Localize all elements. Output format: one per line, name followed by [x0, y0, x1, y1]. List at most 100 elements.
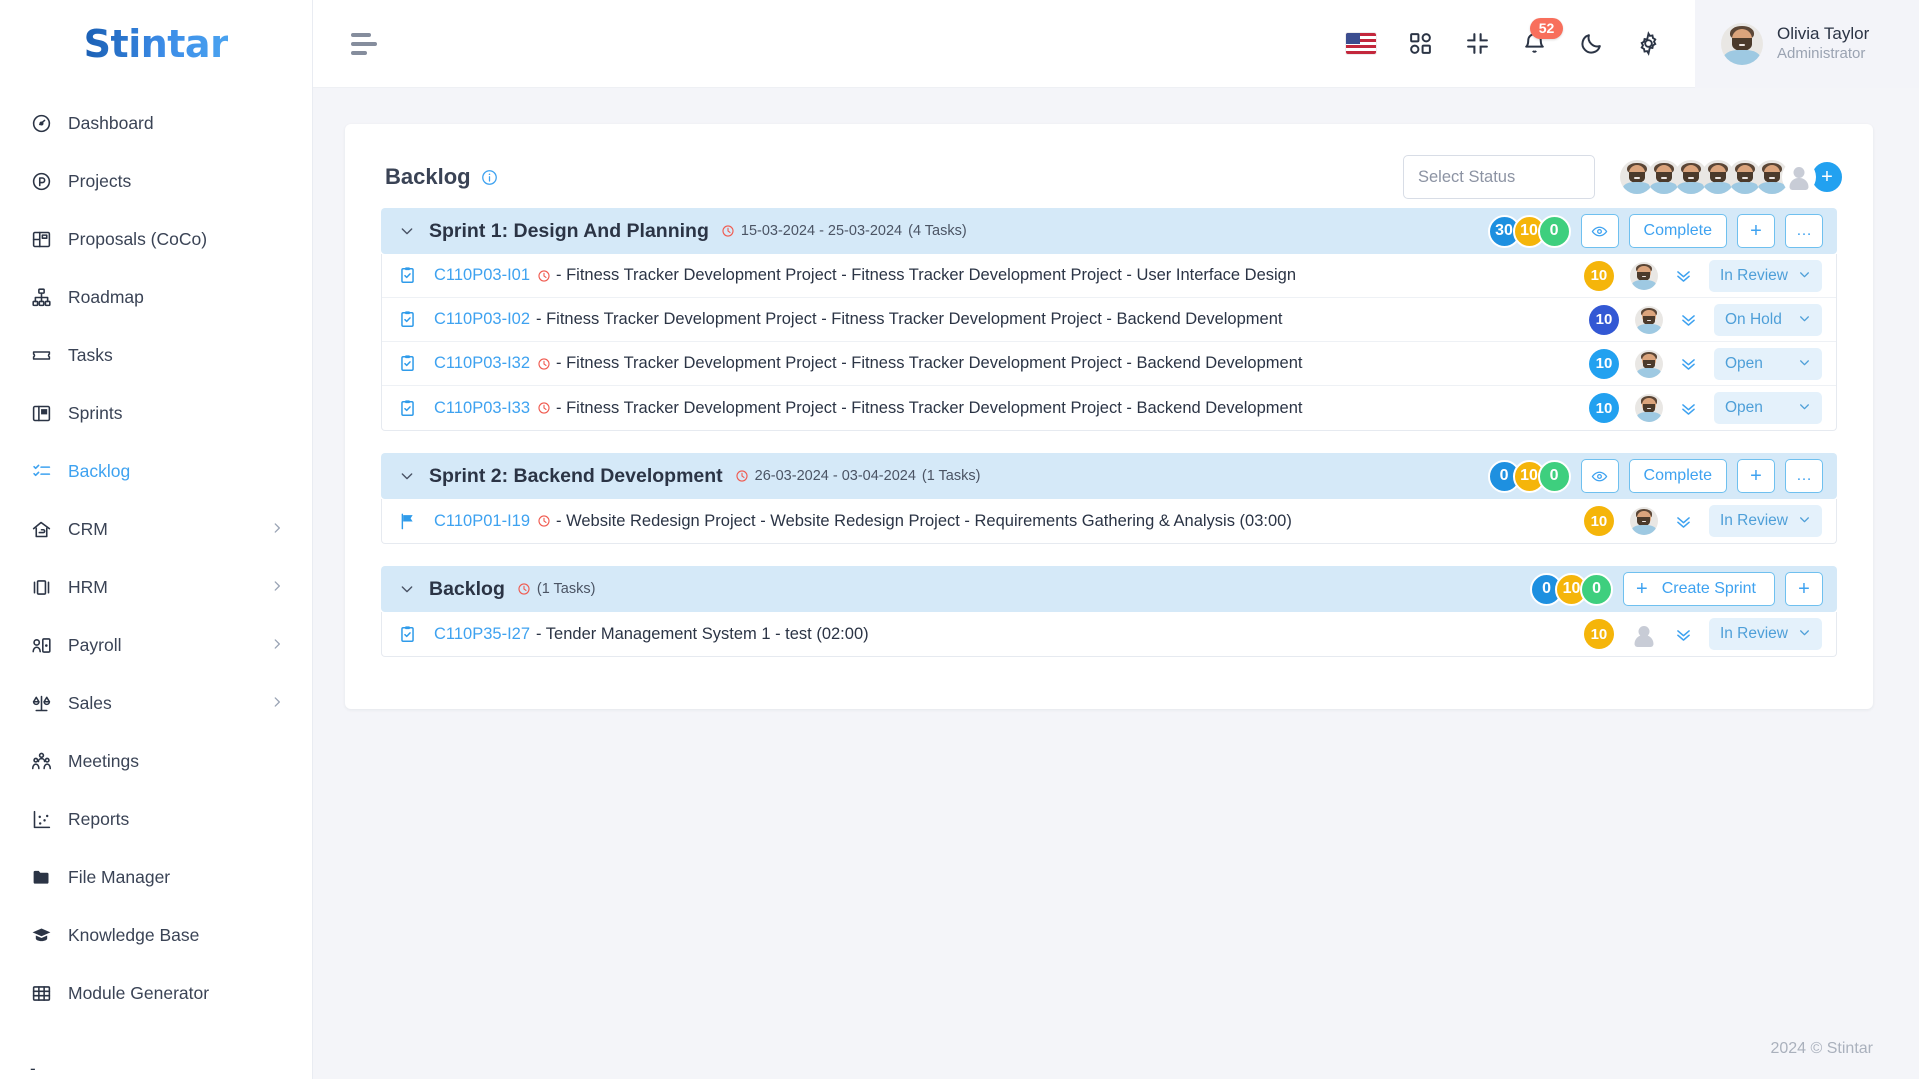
sidebar-item-module-generator[interactable]: Module Generator [0, 964, 312, 1022]
sidebar-item-tasks[interactable]: Tasks [0, 326, 312, 384]
sidebar-item-label: Payroll [68, 634, 122, 655]
sidebar-item-knowledge-base[interactable]: Knowledge Base [0, 906, 312, 964]
task-key[interactable]: C110P03-I32 [434, 354, 530, 373]
chevron-right-icon[interactable] [270, 579, 284, 596]
sidebar-item-dashboard[interactable]: Dashboard [0, 94, 312, 152]
group-name: Sprint 2: Backend Development [429, 464, 723, 487]
chevron-down-icon[interactable] [399, 223, 415, 239]
task-row-actions: 10 In Review [1583, 505, 1826, 537]
double-chevron-down-icon[interactable] [1674, 625, 1693, 644]
chevron-right-icon[interactable] [270, 637, 284, 654]
group-name: Backlog [429, 577, 505, 600]
add-task-button[interactable]: + [1785, 572, 1823, 606]
task-row-actions: 10 In Review [1583, 618, 1826, 650]
graduation-cap-icon [30, 924, 52, 946]
double-chevron-down-icon[interactable] [1679, 354, 1698, 373]
task-row[interactable]: C110P35-I27 - Tender Management System 1 … [382, 612, 1836, 656]
apps-grid-icon[interactable] [1408, 31, 1433, 56]
task-row-actions: 10 Open [1589, 347, 1826, 380]
sidebar-item-meetings[interactable]: Meetings [0, 732, 312, 790]
task-status-select[interactable]: Open [1714, 347, 1822, 380]
sidebar-item-payroll[interactable]: Payroll [0, 616, 312, 674]
task-status-select[interactable]: On Hold [1714, 303, 1822, 336]
sidebar-nav: Dashboard Projects Proposals (CoCo) Roadmap… [0, 88, 312, 1055]
clipboard-check-icon [398, 310, 420, 329]
chevron-down-icon [1798, 312, 1811, 328]
task-row[interactable]: C110P03-I33 - Fitness Tracker Development… [382, 386, 1836, 430]
double-chevron-down-icon[interactable] [1674, 266, 1693, 285]
task-row[interactable]: C110P03-I32 - Fitness Tracker Development… [382, 342, 1836, 386]
task-status-select[interactable]: In Review [1708, 505, 1822, 537]
backlog-card: Backlog Select Status + Sprint 1: Design… [345, 124, 1873, 709]
task-row-actions: 10 Open [1589, 392, 1826, 424]
chevron-down-icon[interactable] [399, 581, 415, 597]
sidebar-item-roadmap[interactable]: Roadmap [0, 268, 312, 326]
sidebar-item-file-manager[interactable]: File Manager [0, 848, 312, 906]
hamburger-icon[interactable] [351, 32, 377, 55]
sidebar-item-hrm[interactable]: HRM [0, 558, 312, 616]
create-sprint-button[interactable]: + Create Sprint [1623, 572, 1775, 606]
us-flag-icon[interactable] [1346, 33, 1376, 54]
clipboard-check-icon [398, 625, 420, 644]
add-task-button[interactable]: + [1737, 214, 1775, 248]
sidebar-item-sales[interactable]: Sales [0, 674, 312, 732]
chevron-down-icon[interactable] [399, 468, 415, 484]
task-row[interactable]: C110P03-I01 - Fitness Tracker Development… [382, 254, 1836, 298]
main-area: 52 Olivia Taylor Administrator Backlog S… [313, 0, 1919, 1079]
complete-button[interactable]: Complete [1628, 459, 1727, 493]
eye-icon[interactable] [1580, 459, 1619, 493]
add-task-button[interactable]: + [1737, 459, 1775, 493]
sidebar-item-crm[interactable]: CRM [0, 500, 312, 558]
more-options-button[interactable]: … [1785, 214, 1823, 248]
complete-button[interactable]: Complete [1628, 214, 1727, 248]
sidebar-item-label: Backlog [68, 460, 131, 481]
sidebar-item-reports[interactable]: Reports [0, 790, 312, 848]
task-key[interactable]: C110P03-I02 [434, 310, 530, 329]
more-options-button[interactable]: … [1785, 459, 1823, 493]
sidebar-item-sprints[interactable]: Sprints [0, 384, 312, 442]
chevron-right-icon[interactable] [270, 521, 284, 538]
sidebar-item-proposals-coco[interactable]: Proposals (CoCo) [0, 210, 312, 268]
card-header-actions: Select Status + [1403, 155, 1845, 199]
generic-user-icon[interactable] [1629, 620, 1658, 648]
sidebar-item-projects[interactable]: Projects [0, 152, 312, 210]
task-row[interactable]: C110P01-I19 - Website Redesign Project - … [382, 499, 1836, 543]
status-filter-select[interactable]: Select Status [1403, 155, 1595, 199]
sidebar-item-label: Sales [68, 692, 112, 713]
info-circle-icon[interactable] [481, 169, 498, 186]
notification-badge: 52 [1530, 18, 1563, 39]
sidebar-item-backlog[interactable]: Backlog [0, 442, 312, 500]
compress-icon[interactable] [1465, 31, 1490, 56]
brand-logo[interactable]: Stintar [0, 0, 312, 88]
task-count: (1 Tasks) [536, 581, 596, 597]
task-row[interactable]: C110P03-I02 - Fitness Tracker Development… [382, 298, 1836, 342]
task-status-select[interactable]: In Review [1708, 259, 1822, 292]
avatar [1629, 507, 1658, 535]
task-title: - Tender Management System 1 - test (02:… [536, 624, 869, 643]
task-title: - Fitness Tracker Development Project - … [536, 310, 1283, 328]
double-chevron-down-icon[interactable] [1679, 399, 1698, 418]
moon-icon[interactable] [1579, 31, 1604, 56]
task-key[interactable]: C110P35-I27 [434, 625, 530, 644]
chevron-down-icon [1798, 513, 1811, 529]
double-chevron-down-icon[interactable] [1679, 310, 1698, 329]
double-chevron-down-icon[interactable] [1674, 512, 1693, 531]
task-status-select[interactable]: In Review [1708, 618, 1822, 650]
chevron-down-icon [1798, 268, 1811, 284]
bell-icon[interactable]: 52 [1522, 18, 1563, 56]
gear-icon[interactable] [1636, 31, 1661, 56]
task-key[interactable]: C110P01-I19 [434, 512, 530, 531]
user-profile[interactable]: Olivia Taylor Administrator [1695, 0, 1919, 88]
chevron-right-icon[interactable] [270, 695, 284, 712]
hierarchy-icon [30, 286, 52, 308]
task-status-select[interactable]: Open [1714, 392, 1822, 424]
task-key[interactable]: C110P03-I01 [434, 266, 530, 285]
task-count: (4 Tasks) [908, 223, 967, 239]
clock-icon [517, 582, 531, 596]
sidebar-item-label: Dashboard [68, 112, 154, 133]
user-meta: Olivia Taylor Administrator [1777, 23, 1869, 64]
task-key[interactable]: C110P03-I33 [434, 399, 530, 418]
clock-icon [537, 401, 551, 415]
task-status-label: In Review [1719, 625, 1788, 642]
eye-icon[interactable] [1580, 214, 1619, 248]
